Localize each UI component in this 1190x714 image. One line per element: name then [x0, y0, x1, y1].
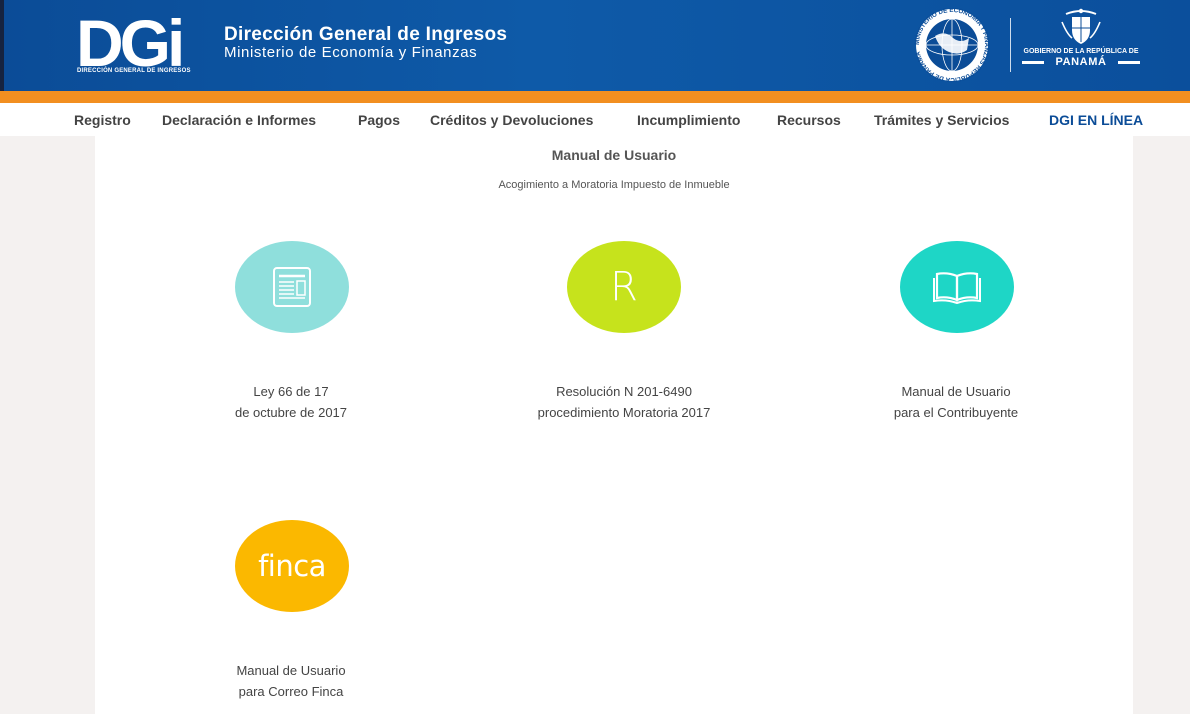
- card-correo-finca-circle[interactable]: finca: [235, 520, 349, 612]
- card-manual-contribuyente-line1: Manual de Usuario: [901, 384, 1011, 399]
- card-correo-finca[interactable]: finca Manual de Usuario para Correo Finc…: [161, 520, 421, 705]
- content-panel: Manual de Usuario Acogimiento a Moratori…: [95, 136, 1133, 714]
- card-ley-66-line1: Ley 66 de 17: [253, 384, 329, 399]
- card-ley-66[interactable]: Ley 66 de 17 de octubre de 2017: [161, 241, 421, 426]
- card-correo-finca-label[interactable]: Manual de Usuario para Correo Finca: [161, 660, 421, 702]
- org-title: Dirección General de Ingresos: [224, 24, 508, 45]
- card-ley-66-line2: de octubre de 2017: [234, 405, 348, 420]
- card-resolucion-line1: Resolución N 201-6490: [556, 384, 692, 399]
- header-edge: [0, 0, 4, 91]
- nav-item-creditos[interactable]: Créditos y Devoluciones: [430, 112, 593, 128]
- orange-accent-strip: [0, 91, 1190, 103]
- card-manual-contribuyente-label[interactable]: Manual de Usuario para el Contribuyente: [826, 381, 1086, 423]
- nav-item-recursos[interactable]: Recursos: [777, 112, 841, 128]
- card-resolucion-label[interactable]: Resolución N 201-6490 procedimiento Mora…: [494, 381, 754, 423]
- page-title: Manual de Usuario: [551, 147, 677, 163]
- card-correo-finca-line2: para Correo Finca: [238, 684, 344, 699]
- nav-item-incumplimiento[interactable]: Incumplimiento: [637, 112, 740, 128]
- document-icon: [273, 267, 311, 307]
- open-book-icon: [933, 272, 981, 304]
- finca-icon: finca: [258, 549, 326, 583]
- nav-item-dgi-en-linea[interactable]: DGI EN LÍNEA: [1049, 112, 1143, 128]
- card-resolucion-line2: procedimiento Moratoria 2017: [537, 405, 711, 420]
- card-manual-contribuyente[interactable]: Manual de Usuario para el Contribuyente: [826, 241, 1086, 426]
- header-divider: [1010, 18, 1011, 72]
- main-nav: Registro Declaración e Informes Pagos Cr…: [0, 103, 1190, 136]
- nav-item-pagos[interactable]: Pagos: [358, 112, 400, 128]
- card-manual-contribuyente-circle[interactable]: [900, 241, 1014, 333]
- gov-text: GOBIERNO DE LA REPÚBLICA DE: [1023, 48, 1139, 55]
- page-subtitle: Acogimiento a Moratoria Impuesto de Inmu…: [498, 179, 730, 191]
- nav-item-declaracion[interactable]: Declaración e Informes: [162, 112, 316, 128]
- card-ley-66-circle[interactable]: [235, 241, 349, 333]
- card-manual-contribuyente-line2: para el Contribuyente: [893, 405, 1019, 420]
- card-resolucion-circle[interactable]: R: [567, 241, 681, 333]
- country-bar-right: [1118, 61, 1140, 64]
- site-header: DGi DIRECCIÓN GENERAL DE INGRESOS Direcc…: [0, 0, 1190, 91]
- gov-country-row: PANAMÁ: [1022, 56, 1140, 68]
- logo-caption: DIRECCIÓN GENERAL DE INGRESOS: [77, 68, 191, 74]
- card-ley-66-label[interactable]: Ley 66 de 17 de octubre de 2017: [161, 381, 421, 423]
- nav-item-registro[interactable]: Registro: [74, 112, 131, 128]
- coat-of-arms-icon: [1061, 8, 1101, 44]
- card-correo-finca-line1: Manual de Usuario: [236, 663, 346, 678]
- card-resolucion[interactable]: R Resolución N 201-6490 procedimiento Mo…: [494, 241, 754, 426]
- ministry-seal-icon: MINISTERIO DE ECONOMIA Y FINANZAS REPUBL…: [914, 8, 990, 82]
- org-subtitle: Ministerio de Economía y Finanzas: [224, 44, 478, 61]
- nav-item-tramites[interactable]: Trámites y Servicios: [874, 112, 1009, 128]
- r-letter-icon: R: [610, 264, 638, 310]
